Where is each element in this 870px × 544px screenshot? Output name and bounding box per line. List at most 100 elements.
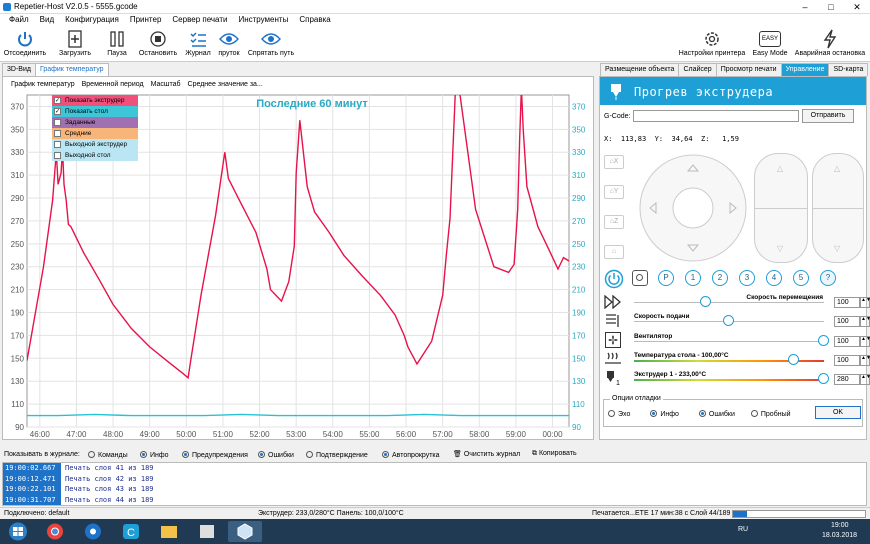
radio-icon[interactable]: [306, 451, 313, 458]
legend-show-bed[interactable]: ✓ Показать стол: [52, 106, 138, 117]
power-icon[interactable]: [604, 269, 624, 289]
log-filter-commands[interactable]: Команды: [88, 451, 128, 459]
xy-jog-pad[interactable]: [638, 153, 748, 263]
fan-knob[interactable]: [818, 335, 829, 346]
hide-path-button[interactable]: Спрятать путь: [246, 28, 296, 57]
fan-spinner[interactable]: 100 ▲▼: [834, 336, 870, 347]
easy-mode-button[interactable]: EASY Easy Mode: [750, 28, 790, 57]
travel-speed-knob[interactable]: [700, 296, 712, 307]
menu-config[interactable]: Конфигурация: [65, 15, 119, 24]
circle-button-p[interactable]: P: [658, 270, 674, 286]
tab-temperature-graph[interactable]: График температур: [34, 63, 109, 76]
taskbar-explorer[interactable]: [152, 521, 186, 542]
radio-icon[interactable]: [140, 451, 147, 458]
filament-button[interactable]: пруток: [214, 28, 244, 57]
copy-log-button[interactable]: ⧉ Копировать: [532, 450, 577, 458]
checkbox-icon[interactable]: [54, 130, 61, 137]
circle-button-2[interactable]: 2: [712, 270, 728, 286]
log-filter-autoscroll[interactable]: Автопрокрутка: [382, 451, 440, 459]
home-all-button[interactable]: ⌂: [604, 245, 624, 259]
radio-icon[interactable]: [182, 451, 189, 458]
pause-button[interactable]: Пауза: [104, 28, 130, 57]
graph-menu-average[interactable]: Среднее значение за...: [188, 81, 263, 88]
log-filter-warnings[interactable]: Предупреждения: [182, 451, 248, 459]
start-button[interactable]: [3, 521, 33, 542]
radio-icon[interactable]: [382, 451, 389, 458]
tab-sd-card[interactable]: SD-карта: [828, 63, 869, 76]
taskbar-app[interactable]: [190, 521, 224, 542]
menu-tools[interactable]: Инструменты: [238, 15, 288, 24]
flow-rate-knob[interactable]: [723, 315, 734, 326]
extruder-temperature-knob[interactable]: [818, 373, 829, 384]
menu-print-server[interactable]: Сервер печати: [172, 15, 227, 24]
circle-button-3[interactable]: 3: [739, 270, 755, 286]
ok-button[interactable]: OK: [815, 406, 861, 419]
radio-icon[interactable]: [650, 410, 658, 417]
bed-temperature-spinner[interactable]: 100 ▲▼: [834, 355, 870, 366]
home-x-button[interactable]: ⌂X: [604, 155, 624, 169]
graph-menu-temperature[interactable]: График температур: [11, 81, 75, 88]
minimize-button[interactable]: –: [792, 0, 818, 14]
taskbar-chrome[interactable]: [38, 521, 72, 542]
checkbox-icon[interactable]: [54, 152, 61, 159]
fan-track[interactable]: [634, 341, 824, 342]
close-button[interactable]: ✕: [844, 0, 870, 14]
stop-button[interactable]: Остановить: [136, 28, 180, 57]
legend-averages[interactable]: Средние: [52, 128, 138, 139]
menu-help[interactable]: Справка: [299, 15, 330, 24]
circle-button-5[interactable]: 5: [793, 270, 809, 286]
radio-icon[interactable]: [750, 410, 758, 417]
radio-icon[interactable]: [88, 451, 95, 458]
bed-temperature-knob[interactable]: [787, 354, 799, 365]
disconnect-button[interactable]: Отсоединить: [2, 28, 48, 57]
extruder-temperature-track[interactable]: [634, 379, 824, 381]
emergency-stop-button[interactable]: Аварийная остановка: [792, 28, 868, 57]
send-button[interactable]: Отправить: [802, 109, 854, 123]
circle-button-1[interactable]: 1: [685, 270, 701, 286]
log-list[interactable]: 19:00:02.667 Печать слоя 41 из 189 19:00:…: [2, 462, 867, 506]
travel-speed-spinner[interactable]: 100 ▲▼: [834, 297, 870, 308]
maximize-button[interactable]: □: [818, 0, 844, 14]
language-indicator[interactable]: RU: [738, 526, 748, 533]
legend-output-extruder[interactable]: Выходной экструдер: [52, 139, 138, 150]
option-errors[interactable]: Ошибки: [698, 410, 735, 418]
home-y-button[interactable]: ⌂Y: [604, 185, 624, 199]
menu-printer[interactable]: Принтер: [130, 15, 162, 24]
log-filter-ack[interactable]: Подтверждение: [306, 451, 368, 459]
radio-icon[interactable]: [698, 410, 706, 417]
tab-print-preview[interactable]: Просмотр печати: [715, 63, 782, 76]
tab-3d-view[interactable]: 3D-Вид: [2, 63, 36, 76]
taskbar-repetier[interactable]: [228, 521, 262, 542]
option-dry-run[interactable]: Пробный: [750, 410, 791, 418]
legend-output-bed[interactable]: Выходной стол: [52, 150, 138, 161]
tab-control[interactable]: Управление: [780, 63, 830, 76]
travel-speed-track[interactable]: [634, 302, 824, 303]
log-filter-errors[interactable]: Ошибки: [258, 451, 294, 459]
checkbox-icon[interactable]: [54, 119, 61, 126]
checkbox-icon[interactable]: ✓: [54, 97, 61, 104]
tab-slicer[interactable]: Слайсер: [678, 63, 717, 76]
taskbar-app[interactable]: C: [114, 521, 148, 542]
graph-menu-scale[interactable]: Масштаб: [151, 81, 181, 88]
taskbar-app[interactable]: [76, 521, 110, 542]
option-info[interactable]: Инфо: [650, 410, 679, 418]
clear-log-button[interactable]: 🗑 Очистить журнал: [453, 450, 520, 458]
option-echo[interactable]: Эхо: [608, 410, 630, 418]
tab-object-placement[interactable]: Размещение объекта: [600, 63, 680, 76]
log-filter-info[interactable]: Инфо: [140, 451, 169, 459]
home-z-button[interactable]: ⌂Z: [604, 215, 624, 229]
z-jog-control[interactable]: △ ▽: [754, 153, 808, 263]
graph-menu-period[interactable]: Временной период: [82, 81, 144, 88]
extruder-jog-control[interactable]: △ ▽: [812, 153, 864, 263]
legend-targets[interactable]: Заданные: [52, 117, 138, 128]
extruder-temperature-spinner[interactable]: 280 ▲▼: [834, 374, 870, 385]
radio-icon[interactable]: [258, 451, 265, 458]
printer-settings-button[interactable]: Настройки принтера: [676, 28, 748, 57]
flow-rate-spinner[interactable]: 100 ▲▼: [834, 316, 870, 327]
help-button[interactable]: ?: [820, 270, 836, 286]
menu-file[interactable]: Файл: [9, 15, 29, 24]
gcode-input[interactable]: [633, 110, 799, 122]
park-button[interactable]: [632, 270, 648, 286]
legend-show-extruder[interactable]: ✓ Показать экструдер: [52, 95, 138, 106]
menu-view[interactable]: Вид: [40, 15, 54, 24]
